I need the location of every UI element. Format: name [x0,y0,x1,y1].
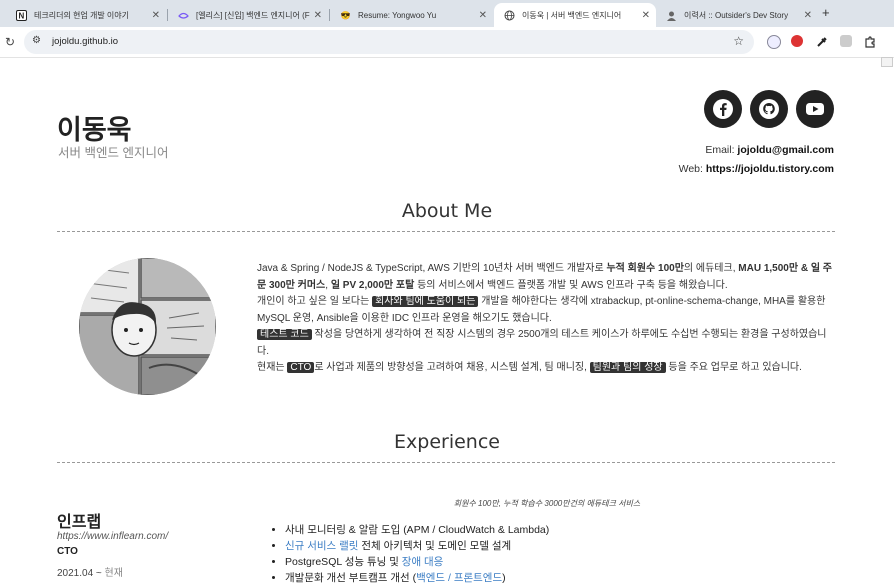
tab-title: 이력서 :: Outsider's Dev Story [684,10,789,20]
highlight-badge: 팀원과 팀의 성장 [589,362,666,373]
youtube-icon[interactable] [796,90,834,128]
service-link[interactable]: 신규 서비스 랠릿 [285,540,358,552]
section-divider [57,462,835,463]
github-icon[interactable] [750,90,788,128]
highlight-badge: CTO [287,362,315,373]
list-item: PostgreSQL 성능 튜닝 및 장애 대응 [285,554,549,570]
section-divider [57,231,835,232]
browser-tab-active[interactable]: 이동욱 | 서버 백엔드 엔지니어 ✕ [494,3,656,27]
extension-icon-4[interactable] [840,35,852,47]
highlight-badge: 회사와 팀에 도움이 되는 [372,296,479,307]
about-paragraph: 현재는 CTO 로 사업과 제품의 방향성을 고려하여 채용, 시스템 설계, 팀… [257,362,802,373]
address-bar[interactable]: ⚙ jojoldu.github.io ☆ [24,30,754,54]
browser-tab-2[interactable]: [엘리스] [신입] 백엔드 엔지니어 (F ✕ [168,3,328,27]
bookmark-star-icon[interactable]: ☆ [733,34,744,48]
about-paragraph: Java & Spring / NodeJS & TypeScript, AWS… [257,263,832,291]
bootcamp-link[interactable]: 백엔드 / 프론트엔드 [416,572,502,584]
reload-icon[interactable]: ↻ [5,35,15,49]
tab-title: [엘리스] [신입] 백엔드 엔지니어 (F [196,10,310,20]
tab-title: 테크리더의 현업 개발 이야기 [34,10,129,20]
browser-tab-3[interactable]: 😎 Resume: Yongwoo Yu ✕ [330,3,493,27]
web-link[interactable]: https://jojoldu.tistory.com [706,163,834,175]
close-icon[interactable]: ✕ [479,10,487,21]
browser-tab-bar: N 테크리더의 현업 개발 이야기 ✕ [엘리스] [신입] 백엔드 엔지니어 … [0,0,894,27]
globe-icon [504,10,515,21]
list-item: 신규 서비스 랠릿 전체 아키텍처 및 도메인 모델 설계 [285,538,549,554]
web-label: Web: [678,163,703,175]
about-text: Java & Spring / NodeJS & TypeScript, AWS… [257,261,837,377]
list-item: 사내 모니터링 & 알람 도입 (APM / CloudWatch & Lamb… [285,522,549,538]
close-icon[interactable]: ✕ [314,10,322,21]
browser-toolbar: ↻ ⚙ jojoldu.github.io ☆ [0,27,894,58]
browser-tab-5[interactable]: 이력서 :: Outsider's Dev Story ✕ [656,3,818,27]
svg-text:N: N [19,11,25,20]
resume-page: 이동욱 서버 백엔드 엔지니어 Email: jojoldu@gmail.com… [0,57,894,584]
list-item: 개발문화 개선 부트캠프 개선 (백엔드 / 프론트엔드) [285,570,549,586]
about-paragraph: 개인이 하고 싶은 일 보다는 회사와 팀에 도움이 되는 개발을 해야한다는 … [257,296,826,324]
about-paragraph: 테스트 코드 작성을 당연하게 생각하여 전 직장 시스템의 경우 2500개의… [257,329,827,357]
company-description: 회원수 100만, 누적 학습수 3000만건의 에듀테크 서비스 [453,499,641,508]
highlight-badge: 테스트 코드 [257,329,312,340]
company-url[interactable]: https://www.inflearn.com/ [57,531,168,542]
close-icon[interactable]: ✕ [804,10,812,21]
facebook-icon[interactable] [704,90,742,128]
close-icon[interactable]: ✕ [152,10,160,21]
email-label: Email: [705,144,735,156]
extension-icon-2[interactable] [791,35,803,47]
email-link[interactable]: jojoldu@gmail.com [737,144,834,156]
url-text: jojoldu.github.io [52,36,119,47]
profile-photo [79,258,216,395]
site-settings-icon[interactable]: ⚙ [32,35,41,46]
sunglasses-icon: 😎 [340,10,351,20]
eyedropper-icon[interactable] [816,35,828,47]
experience-section-title: Experience [394,431,500,453]
broken-image-icon [881,57,893,67]
experience-list: 사내 모니터링 & 알람 도입 (APM / CloudWatch & Lamb… [271,522,549,586]
contact-email: Email: jojoldu@gmail.com [705,144,834,156]
extension-icon-1[interactable] [767,35,781,49]
avatar-icon [666,10,677,21]
new-tab-button[interactable]: + [822,5,830,20]
contact-web: Web: https://jojoldu.tistory.com [679,163,834,175]
browser-tab-1[interactable]: N 테크리더의 현업 개발 이야기 ✕ [6,3,166,27]
notion-icon: N [16,9,27,21]
puzzle-icon[interactable] [864,35,876,48]
employment-period: 2021.04 ~ 현재 [57,568,123,579]
page-subtitle: 서버 백엔드 엔지니어 [58,146,169,160]
tab-title: 이동욱 | 서버 백엔드 엔지니어 [522,10,622,20]
elice-icon [178,10,189,21]
about-section-title: About Me [401,200,493,222]
close-icon[interactable]: ✕ [642,10,650,21]
tab-title: Resume: Yongwoo Yu [358,10,437,20]
incident-link[interactable]: 장애 대응 [402,556,444,568]
job-title: CTO [57,546,78,557]
company-name: 인프랩 [57,512,102,531]
